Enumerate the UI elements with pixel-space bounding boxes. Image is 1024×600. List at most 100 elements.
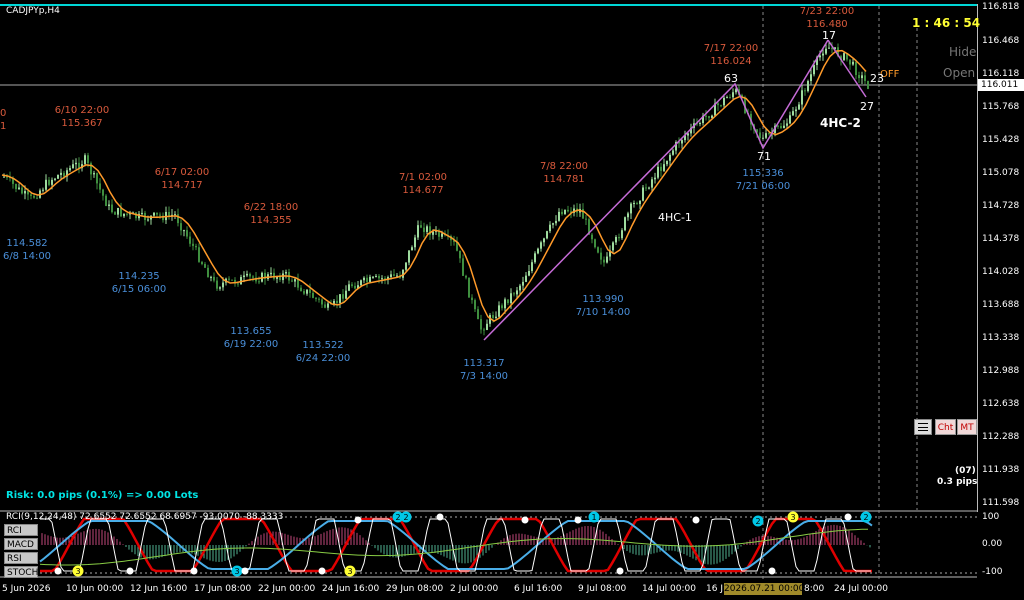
candle-body xyxy=(123,213,125,217)
candle-body xyxy=(477,309,479,320)
price-tick-label: 116.118 xyxy=(982,69,1020,79)
candle-body xyxy=(861,75,863,79)
candle-body xyxy=(810,74,812,82)
candle-body xyxy=(222,282,224,288)
candle-body xyxy=(657,166,659,178)
time-tick-label: 17 Jun 08:00 xyxy=(194,584,252,594)
swing-high-label: 6/17 02:00 114.717 xyxy=(152,166,212,192)
candle-body xyxy=(159,214,161,216)
indicator-marker: 3 xyxy=(344,565,356,577)
swing-low-date: 6/24 22:00 xyxy=(295,353,351,364)
pattern-point-27: 27 xyxy=(860,100,874,113)
indicator-marker: 1 xyxy=(588,511,600,523)
candle-body xyxy=(720,105,722,107)
candle-body xyxy=(51,179,53,185)
candle-body xyxy=(252,276,254,278)
candle-body xyxy=(828,47,830,49)
swing-low-date: 7/10 14:00 xyxy=(575,307,631,318)
pattern-point-63: 63 xyxy=(724,72,738,85)
price-tick-label: 114.028 xyxy=(982,267,1020,277)
swing-high-date: 7/17 22:00 xyxy=(703,43,759,54)
indicator-dot xyxy=(616,567,624,575)
spread-pips: 0.3 pips xyxy=(937,477,978,487)
candle-body xyxy=(462,258,464,276)
swing-high-label: 6/10 22:00 115.367 xyxy=(52,104,112,130)
candle-body xyxy=(57,174,59,179)
candle-body xyxy=(177,214,179,224)
indicator-marker-number: 2 xyxy=(863,513,868,522)
time-tick-label: 6 Jul 16:00 xyxy=(514,584,563,594)
candle-body xyxy=(645,187,647,189)
candle-body xyxy=(246,273,248,276)
candle-body xyxy=(852,61,854,65)
price-tick-label: 113.688 xyxy=(982,300,1020,310)
candle-body xyxy=(762,137,764,139)
candle-body xyxy=(783,125,785,128)
candle-body xyxy=(393,274,395,276)
tab-macd[interactable]: MACD xyxy=(4,538,38,550)
candle-body xyxy=(504,299,506,309)
indicator-axis-zero: 0.00 xyxy=(982,539,1003,549)
candle-body xyxy=(243,275,245,278)
candle-body xyxy=(231,279,233,281)
price-tick-label: 115.428 xyxy=(982,135,1020,145)
swing-high-price: 114.781 xyxy=(543,174,585,185)
list-icon[interactable] xyxy=(914,419,932,435)
swing-low-label: 114.582 6/8 14:00 xyxy=(0,237,57,263)
candle-body xyxy=(54,178,56,180)
candle-body xyxy=(642,187,644,201)
indicator-marker: 3 xyxy=(72,565,84,577)
swing-high-label: 7/17 22:00 116.024 xyxy=(701,42,761,68)
candle-body xyxy=(468,277,470,298)
swing-high-price: 114.717 xyxy=(161,180,203,191)
swing-high-date: 18:00 xyxy=(0,108,7,119)
tab-stoch[interactable]: STOCH xyxy=(4,566,38,578)
swing-low-label: 115.336 7/21 06:00 xyxy=(733,167,793,193)
candle-body xyxy=(555,220,557,224)
tab-rsi[interactable]: RSI xyxy=(4,552,38,564)
swing-high-label: 7/8 22:00 114.781 xyxy=(534,160,594,186)
candle-body xyxy=(93,173,95,175)
candle-body xyxy=(303,291,305,294)
indicator-marker-number: 2 xyxy=(395,513,400,522)
candle-body xyxy=(663,164,665,171)
candle-body xyxy=(195,245,197,248)
candle-body xyxy=(459,250,461,259)
tab-rci[interactable]: RCI xyxy=(4,524,38,536)
swing-low-price: 114.235 xyxy=(118,271,160,282)
open-button[interactable]: Open xyxy=(943,66,975,80)
candle-body xyxy=(615,236,617,243)
candle-body xyxy=(780,126,782,128)
candle-body xyxy=(654,177,656,180)
candle-body xyxy=(363,277,365,281)
mt-button[interactable]: MT xyxy=(957,419,977,435)
candle-body xyxy=(414,237,416,248)
indicator-marker-number: 3 xyxy=(790,513,795,522)
candle-body xyxy=(315,297,317,299)
candle-body xyxy=(486,323,488,330)
candle-body xyxy=(351,284,353,286)
candle-body xyxy=(681,140,683,144)
candle-body xyxy=(405,262,407,270)
candle-body xyxy=(210,276,212,278)
candle-body xyxy=(483,329,485,331)
candle-body xyxy=(717,103,719,106)
price-chart[interactable]: 3231 32 232 xyxy=(0,0,1024,600)
candle-body xyxy=(201,261,203,265)
indicator-dot xyxy=(241,567,249,575)
candle-body xyxy=(660,166,662,171)
price-tick-label: 116.818 xyxy=(982,2,1020,12)
candle-body xyxy=(354,285,356,289)
candle-body xyxy=(795,109,797,112)
hide-button[interactable]: Hide xyxy=(949,45,976,59)
candle-body xyxy=(69,168,71,171)
candle-body xyxy=(726,97,728,99)
candle-body xyxy=(732,92,734,98)
candle-body xyxy=(36,197,38,199)
swing-low-date: 7/3 14:00 xyxy=(459,371,509,382)
swing-high-price: 114.355 xyxy=(250,215,292,226)
price-tick-label: 116.468 xyxy=(982,36,1020,46)
cht-button[interactable]: Cht xyxy=(935,419,956,435)
time-tick-label: 16 J xyxy=(706,584,723,594)
candle-body xyxy=(540,242,542,249)
